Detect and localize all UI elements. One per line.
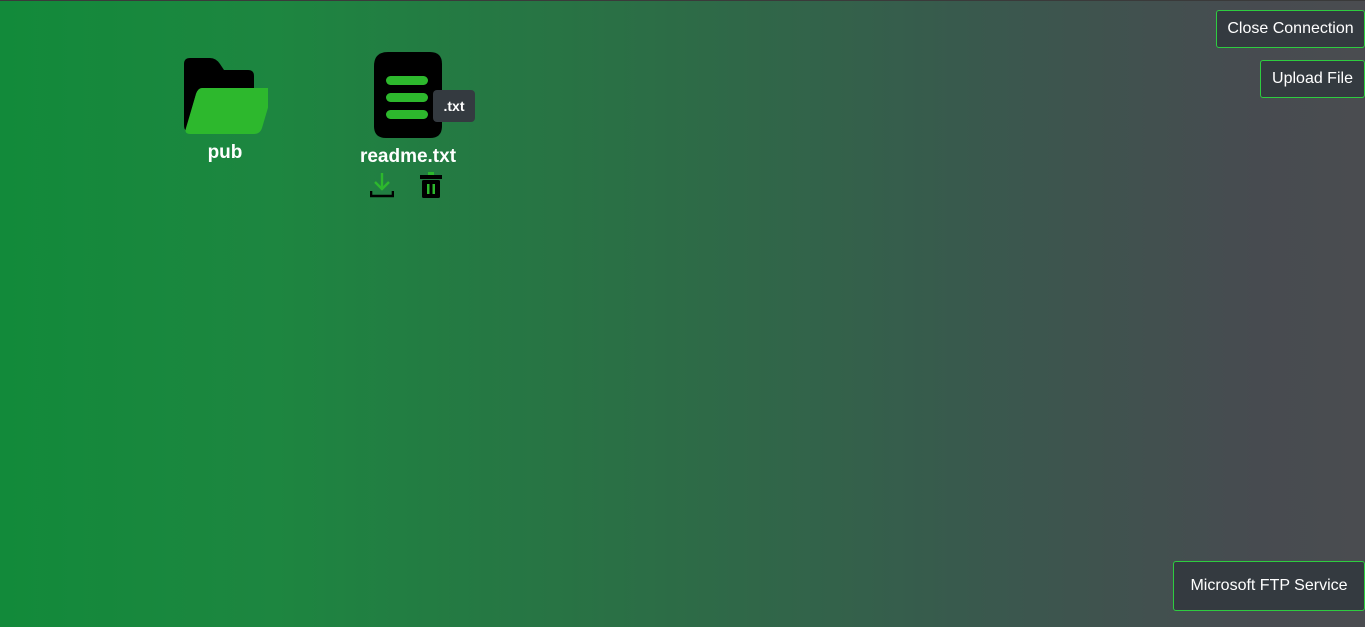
download-icon[interactable] [370, 172, 394, 198]
file-name[interactable]: readme.txt [360, 146, 456, 168]
server-banner: Microsoft FTP Service [1173, 561, 1365, 611]
trash-icon[interactable] [420, 172, 442, 198]
folder-item-pub[interactable]: pub [175, 54, 275, 164]
folder-name[interactable]: pub [208, 142, 243, 164]
folder-open-icon[interactable] [182, 54, 268, 134]
upload-file-button[interactable]: Upload File [1260, 60, 1365, 98]
top-border [0, 0, 1365, 1]
file-item-readme[interactable]: .txt readme.txt [348, 52, 475, 198]
file-extension-badge: .txt [433, 90, 475, 122]
close-connection-button[interactable]: Close Connection [1216, 10, 1365, 48]
file-actions [370, 172, 442, 198]
file-text-icon[interactable]: .txt [348, 52, 475, 138]
